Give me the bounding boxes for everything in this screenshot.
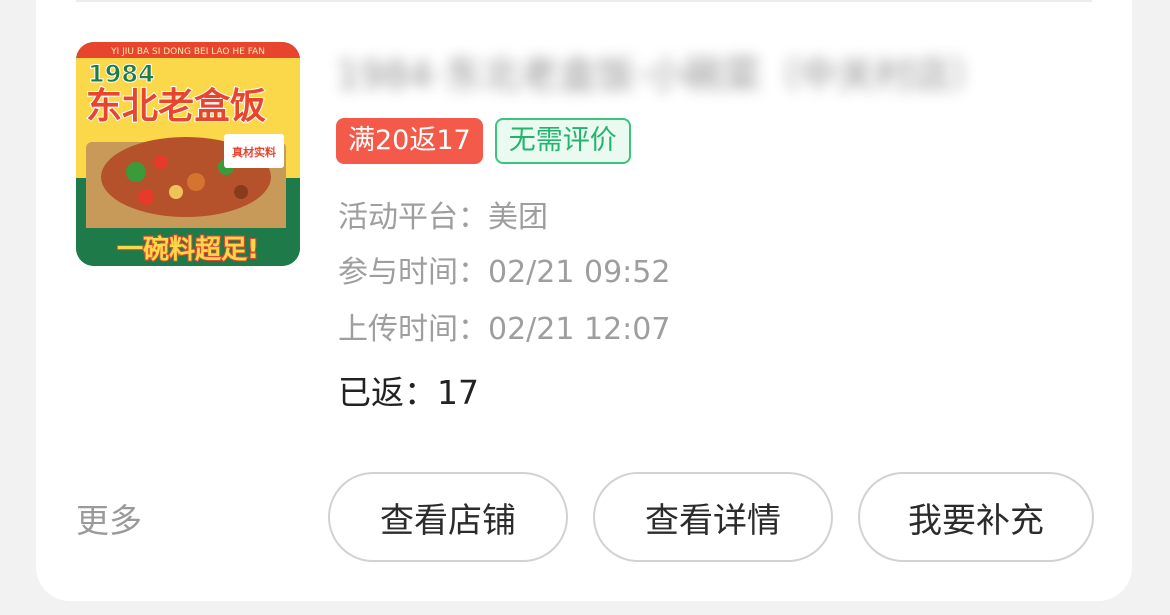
more-link[interactable]: 更多 [76, 494, 142, 542]
svg-text:1984: 1984 [88, 60, 155, 88]
svg-text:真材实料: 真材实料 [232, 145, 276, 159]
returned-amount: 已返：17 [338, 373, 479, 412]
upload-time-info: 上传时间：02/21 12:07 [338, 312, 671, 347]
join-time-info: 参与时间：02/21 09:52 [338, 255, 671, 290]
supplement-button[interactable]: 我要补充 [858, 472, 1094, 562]
tag-row: 满20返17 无需评价 [336, 118, 631, 168]
svg-text:东北老盒饭: 东北老盒饭 [86, 86, 266, 127]
promo-tag: 满20返17 [336, 118, 483, 164]
view-details-button[interactable]: 查看详情 [593, 472, 833, 562]
food-image: YI JIU BA SI DONG BEI LAO HE FAN 1984 东北… [76, 42, 300, 266]
view-store-button[interactable]: 查看店铺 [328, 472, 568, 562]
svg-text:一碗料超足!: 一碗料超足! [117, 234, 259, 265]
top-divider [76, 0, 1092, 2]
order-card: YI JIU BA SI DONG BEI LAO HE FAN 1984 东北… [36, 0, 1132, 601]
no-review-tag: 无需评价 [494, 118, 631, 164]
store-title[interactable]: 1984·东北老盒饭·小碗菜（中关村店） [336, 50, 1026, 100]
svg-text:YI JIU BA SI DONG BEI LAO HE F: YI JIU BA SI DONG BEI LAO HE FAN [110, 47, 265, 57]
platform-info: 活动平台：美团 [338, 200, 548, 235]
store-thumbnail[interactable]: YI JIU BA SI DONG BEI LAO HE FAN 1984 东北… [76, 42, 300, 266]
